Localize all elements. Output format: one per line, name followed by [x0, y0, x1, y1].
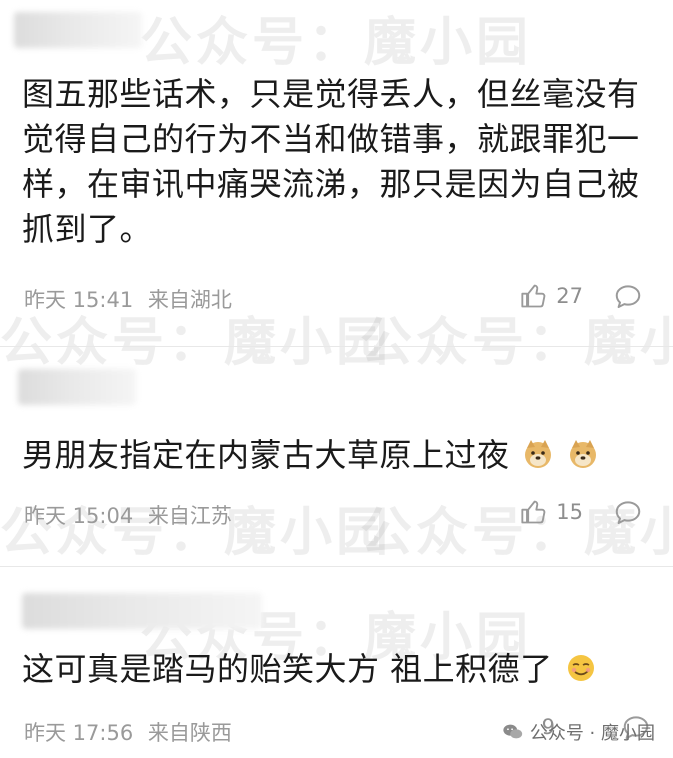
- comment-meta: 昨天 17:56 来自陕西: [24, 717, 232, 747]
- like-button[interactable]: 15: [520, 498, 583, 526]
- comment-location: 来自陕西: [147, 721, 232, 745]
- like-button[interactable]: 27: [520, 282, 583, 310]
- reply-icon[interactable]: [613, 282, 643, 312]
- brand-watermark: 公众号 · 魔小园: [502, 719, 655, 745]
- comment-text: 男朋友指定在内蒙古大草原上过夜: [22, 433, 652, 478]
- comment-time: 昨天 15:04: [24, 504, 134, 528]
- brand-label: 公众号 · 魔小园: [529, 723, 655, 744]
- comment-text-content: 这可真是踏马的贻笑大方 祖上积德了: [22, 650, 553, 688]
- smirk-emoji-icon: [568, 655, 595, 681]
- thumbs-up-icon: [521, 500, 546, 524]
- comment-text: 这可真是踏马的贻笑大方 祖上积德了: [22, 647, 652, 692]
- comment-text-content: 男朋友指定在内蒙古大草原上过夜: [22, 436, 510, 474]
- comment-text: 图五那些话术，只是觉得丢人，但丝毫没有觉得自己的行为不当和做错事，就跟罪犯一样，…: [22, 75, 640, 248]
- comment-item: 图五那些话术，只是觉得丢人，但丝毫没有觉得自己的行为不当和做错事，就跟罪犯一样，…: [0, 0, 673, 345]
- like-count: 27: [556, 284, 583, 308]
- comment-location: 来自江苏: [147, 504, 232, 528]
- comment-time: 昨天 15:41: [24, 288, 134, 312]
- comment-meta: 昨天 15:04 来自江苏: [24, 500, 232, 530]
- comment-time: 昨天 17:56: [24, 721, 134, 745]
- comment-item: 男朋友指定在内蒙古大草原上过夜 昨天 15:04 来自江苏 15: [0, 347, 673, 565]
- blurred-username: [14, 12, 142, 48]
- blurred-username: [22, 593, 262, 629]
- comment-meta: 昨天 15:41 来自湖北: [24, 284, 232, 314]
- like-count: 15: [556, 500, 583, 524]
- thumbs-up-icon: [521, 284, 546, 308]
- blurred-username: [18, 369, 136, 405]
- comment-location: 来自湖北: [147, 288, 232, 312]
- doge-emoji-icon: [525, 440, 552, 468]
- doge-emoji-icon: [569, 440, 596, 468]
- reply-icon[interactable]: [613, 498, 643, 528]
- wechat-icon: [503, 724, 522, 739]
